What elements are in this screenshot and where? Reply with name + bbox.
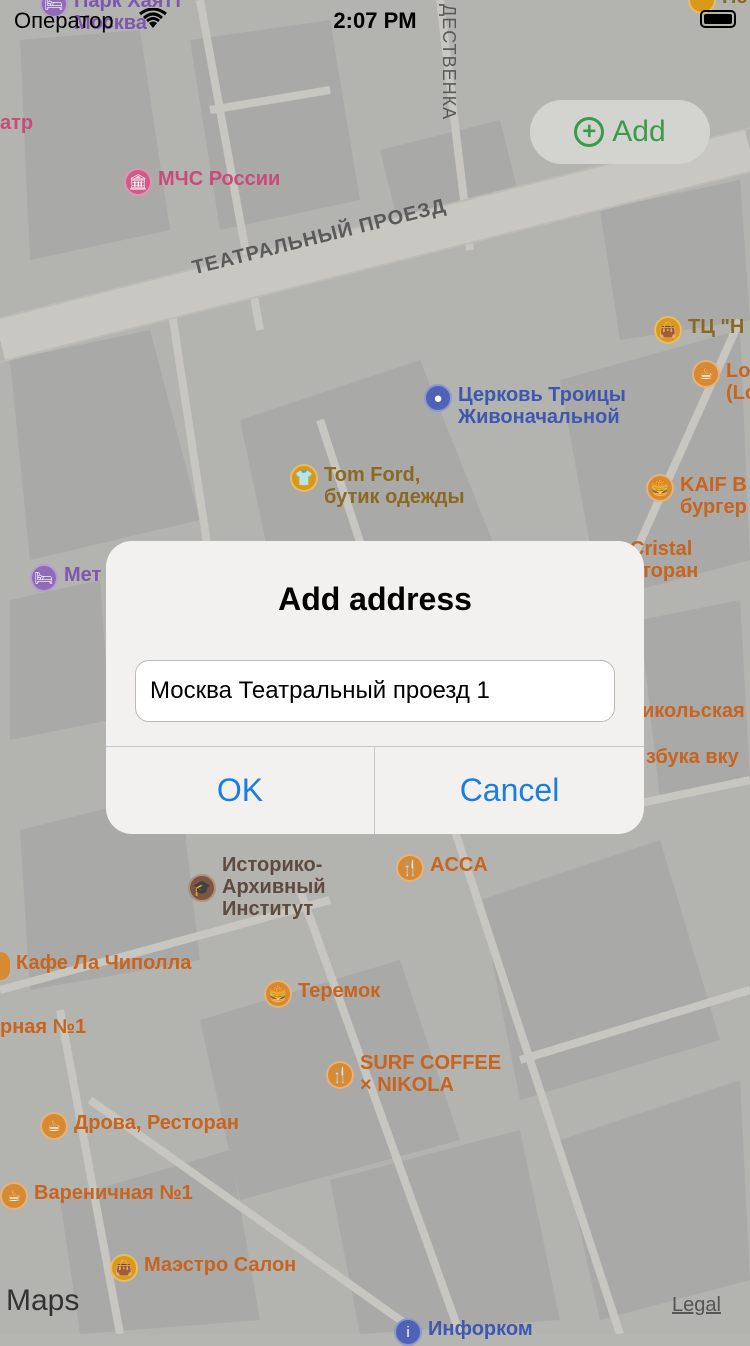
poi-drova-label: Дрова, Ресторан [74,1112,239,1134]
info-icon: i [394,1318,422,1346]
poi-teremok[interactable]: 🍔 Теремок [264,980,380,1008]
poi-inforkom[interactable]: i Инфорком [394,1318,533,1346]
dialog-title: Add address [278,581,472,617]
burger-icon: 🍔 [264,980,292,1008]
poi-metropol[interactable]: 🛏 Мет [30,564,101,592]
add-button[interactable]: + Add [530,100,710,164]
poi-archive-label: Историко- Архивный Институт [222,854,326,920]
shopping-bag-icon: 👜 [110,1254,138,1282]
shirt-icon: 👕 [290,464,318,492]
status-time: 2:07 PM [333,8,417,33]
poi-nikolskaya[interactable]: икольская [642,700,745,722]
museum-icon: 🏛 [124,168,152,196]
bed-icon: 🛏 [30,564,58,592]
poi-maestro[interactable]: 👜 Маэстро Салон [110,1254,296,1282]
cup-icon: ☕ [692,360,720,388]
fork-knife-icon: 🍴 [326,1061,354,1089]
poi-mchs-label: МЧС России [158,168,281,190]
poi-varenichnaya[interactable]: ☕ Вареничная №1 [0,1182,193,1210]
maps-label: Maps [6,1284,80,1317]
add-button-label: Add [612,115,666,148]
poi-theatre[interactable]: атр [0,112,33,134]
cup-icon: ☕ [40,1112,68,1140]
poi-azbuka[interactable]: збука вку [646,746,739,768]
poi-kaif[interactable]: 🍔 KAIF B бургер [646,474,747,518]
graduation-cap-icon: 🎓 [188,874,216,902]
plus-circle-icon: + [574,117,605,147]
poi-archive[interactable]: 🎓 Историко- Архивный Институт [188,854,326,920]
cup-icon: ☕ [0,1182,28,1210]
poi-pelm-label: рная №1 [0,1016,87,1038]
poi-lo-label: Lo (Lo [726,360,750,404]
poi-tc[interactable]: 👜 ТЦ "Н [654,316,744,344]
poi-teremok-label: Теремок [298,980,381,1002]
poi-nikolskaya-label: икольская [642,700,745,722]
poi-church-label: Церковь Троицы Живоначальной [458,384,626,428]
poi-mchs[interactable]: 🏛 МЧС России [124,168,280,196]
poi-kaif-label: KAIF B бургер [680,474,747,518]
poi-lo[interactable]: ☕ Lo (Lo [692,360,750,404]
burger-icon: 🍔 [646,474,674,502]
add-address-dialog: Add address OK Cancel [106,541,644,834]
poi-drova[interactable]: ☕ Дрова, Ресторан [40,1112,239,1140]
poi-tc-label: ТЦ "Н [688,316,745,338]
poi-maestro-label: Маэстро Салон [144,1254,297,1276]
ok-button[interactable]: OK [106,747,374,834]
cup-icon [0,952,10,980]
poi-pelm[interactable]: рная №1 [0,1016,86,1038]
poi-metropol-label: Мет [64,564,102,586]
legal-link[interactable]: Legal [672,1294,721,1317]
address-input[interactable] [135,660,615,722]
shopping-bag-icon: 👜 [654,316,682,344]
poi-surf[interactable]: 🍴 SURF COFFEE × NIKOLA [326,1052,501,1096]
poi-azbuka-label: збука вку [646,746,739,768]
poi-tomford-label: Tom Ford, бутик одежды [324,464,465,508]
poi-acca[interactable]: 🍴 ACCA [396,854,488,882]
poi-surf-label: SURF COFFEE × NIKOLA [360,1052,502,1096]
poi-tomford[interactable]: 👕 Tom Ford, бутик одежды [290,464,465,508]
poi-theatre-label: атр [0,112,34,134]
poi-cipolla-label: Кафе Ла Чиполла [16,952,192,974]
landmark-icon: ● [424,384,452,412]
apple-maps-logo: Maps [4,1284,79,1318]
poi-acca-label: ACCA [430,854,488,876]
battery-icon [700,10,736,28]
poi-varenichnaya-label: Вареничная №1 [34,1182,193,1204]
status-bar: Оператор 2:07 PM [0,0,750,40]
poi-church[interactable]: ● Церковь Троицы Живоначальной [424,384,626,428]
cancel-button[interactable]: Cancel [375,747,644,834]
fork-knife-icon: 🍴 [396,854,424,882]
poi-cipolla[interactable]: Кафе Ла Чиполла [0,952,191,980]
poi-inforkom-label: Инфорком [428,1318,533,1340]
